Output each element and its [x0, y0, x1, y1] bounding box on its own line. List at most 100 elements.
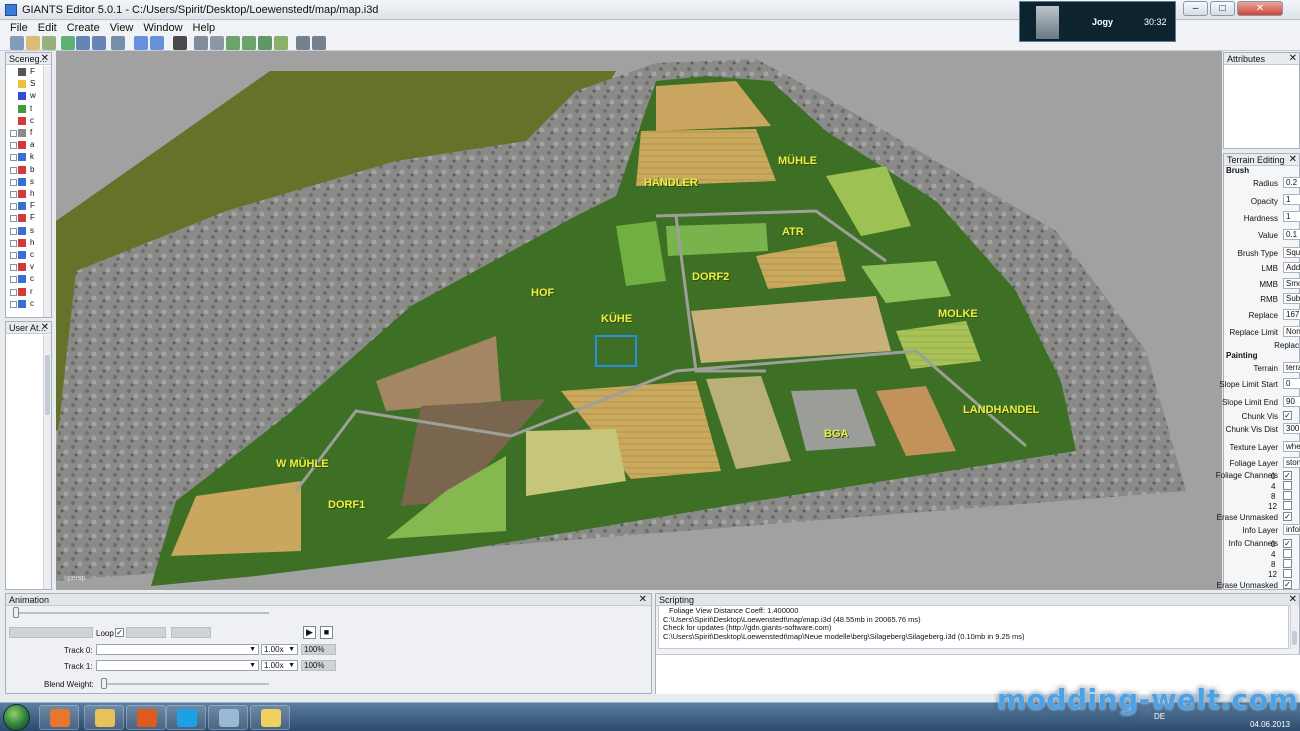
expand-icon[interactable] [10, 166, 17, 174]
radius-field[interactable]: 0.2 [1283, 177, 1300, 188]
tray-date[interactable]: 04.06.2013 [1250, 720, 1290, 729]
expand-icon[interactable] [10, 203, 17, 211]
close-icon[interactable]: ✕ [41, 53, 49, 64]
terrain-paint-icon[interactable] [242, 36, 256, 50]
expand-icon[interactable] [10, 227, 17, 235]
menu-help[interactable]: Help [193, 21, 216, 35]
expand-icon[interactable] [10, 130, 17, 137]
import-icon[interactable] [42, 36, 56, 50]
animation-start-field[interactable] [126, 627, 166, 638]
expand-icon[interactable] [10, 239, 17, 247]
animation-end-field[interactable] [171, 627, 211, 638]
rmb-select[interactable]: Sub [1283, 293, 1300, 304]
foliage-channel-12-checkbox[interactable] [1283, 501, 1292, 510]
expand-icon[interactable] [10, 178, 17, 186]
texture-layer-select[interactable]: wheat [1283, 441, 1300, 452]
taskbar-skype[interactable] [166, 705, 206, 730]
expand-icon[interactable] [10, 252, 17, 259]
close-icon[interactable]: ✕ [41, 322, 49, 333]
close-button[interactable]: ✕ [1237, 1, 1283, 16]
taskbar-giants-editor[interactable] [250, 705, 290, 730]
redo-icon[interactable] [150, 36, 164, 50]
timeline-slider-handle[interactable] [13, 607, 19, 618]
foliage-layer-select[interactable]: stone [1283, 457, 1300, 468]
minimize-button[interactable]: – [1183, 1, 1208, 16]
scenegraph-scrollbar[interactable] [43, 66, 51, 317]
replace-field[interactable]: 167. [1283, 309, 1300, 320]
track0-speed-select[interactable]: 1.00x ▼ [261, 644, 298, 655]
timeline-slider[interactable] [14, 612, 269, 614]
info-channel-4-checkbox[interactable] [1283, 549, 1292, 558]
value-field[interactable]: 0.1 [1283, 229, 1300, 240]
taskbar-firefox[interactable] [126, 705, 166, 730]
language-indicator[interactable]: DE [1154, 712, 1165, 721]
play-icon[interactable] [173, 36, 187, 50]
taskbar-explorer[interactable] [84, 705, 124, 730]
foliage-paint-icon[interactable] [258, 36, 272, 50]
menu-edit[interactable]: Edit [38, 21, 57, 35]
chunk-vis-checkbox[interactable]: ✓ [1283, 411, 1292, 420]
user-attributes-scrollbar[interactable] [43, 335, 51, 589]
slope-start-field[interactable]: 0 [1283, 378, 1300, 389]
erase-unmasked-checkbox[interactable]: ✓ [1283, 512, 1292, 521]
reload-icon[interactable] [61, 36, 75, 50]
menu-create[interactable]: Create [67, 21, 100, 35]
play-button[interactable]: ▶ [303, 626, 316, 639]
expand-icon[interactable] [10, 264, 17, 272]
track0-weight-field[interactable]: 100% [301, 644, 336, 655]
expand-icon[interactable] [10, 154, 17, 162]
3d-viewport[interactable]: MÜHLE HÄNDLER ATR DORF2 HOF KÜHE MOLKE L… [56, 51, 1222, 590]
notification-popup[interactable]: Jogy 30:32 [1019, 1, 1176, 42]
brush-type-select[interactable]: Squa [1283, 247, 1300, 258]
hardness-field[interactable]: 1 [1283, 211, 1300, 222]
save-icon[interactable] [76, 36, 90, 50]
taskbar-media-player[interactable] [39, 705, 79, 730]
menu-window[interactable]: Window [143, 21, 182, 35]
save-as-icon[interactable] [92, 36, 106, 50]
settings-icon[interactable] [296, 36, 310, 50]
close-icon[interactable]: ✕ [1289, 53, 1297, 64]
replace-limit-select[interactable]: None [1283, 326, 1300, 337]
menu-file[interactable]: File [10, 21, 28, 35]
opacity-field[interactable]: 1 [1283, 194, 1300, 205]
info-layer-select[interactable]: infoL [1283, 524, 1300, 535]
export-icon[interactable] [111, 36, 125, 50]
foliage-channel-0-checkbox[interactable]: ✓ [1283, 471, 1292, 480]
taskbar-editor[interactable] [208, 705, 248, 730]
open-icon[interactable] [26, 36, 40, 50]
track1-speed-select[interactable]: 1.00x ▼ [261, 660, 298, 671]
expand-icon[interactable] [10, 276, 17, 284]
start-button[interactable] [3, 704, 30, 731]
lmb-select[interactable]: Add [1283, 262, 1300, 273]
expand-icon[interactable] [10, 288, 17, 296]
slope-end-field[interactable]: 90 [1283, 396, 1300, 407]
chunk-vis-dist-field[interactable]: 300 [1283, 423, 1300, 434]
move-icon[interactable] [210, 36, 224, 50]
render-icon[interactable] [312, 36, 326, 50]
blend-weight-handle[interactable] [101, 678, 107, 689]
track0-select[interactable]: ▼ [96, 644, 259, 655]
close-icon[interactable]: ✕ [1289, 594, 1297, 605]
loop-checkbox[interactable]: ✓ [115, 628, 124, 637]
select-icon[interactable] [194, 36, 208, 50]
foliage-channel-4-checkbox[interactable] [1283, 481, 1292, 490]
blend-weight-slider[interactable] [101, 683, 269, 685]
decal-icon[interactable] [274, 36, 288, 50]
info-channel-8-checkbox[interactable] [1283, 559, 1292, 568]
mmb-select[interactable]: Smoo [1283, 278, 1300, 289]
new-icon[interactable] [10, 36, 24, 50]
menu-view[interactable]: View [110, 21, 134, 35]
output-scrollbar[interactable] [1290, 605, 1298, 649]
terrain-select[interactable]: terrai [1283, 362, 1300, 373]
info-channel-12-checkbox[interactable] [1283, 569, 1292, 578]
stop-button[interactable]: ■ [320, 626, 333, 639]
expand-icon[interactable] [10, 142, 17, 150]
expand-icon[interactable] [10, 191, 17, 198]
animation-clip-field[interactable] [9, 627, 93, 638]
track1-select[interactable]: ▼ [96, 660, 259, 671]
replace-button[interactable]: Replac [1274, 341, 1299, 350]
track1-weight-field[interactable]: 100% [301, 660, 336, 671]
expand-icon[interactable] [10, 215, 17, 223]
undo-icon[interactable] [134, 36, 148, 50]
erase-unmasked2-checkbox[interactable]: ✓ [1283, 580, 1292, 589]
